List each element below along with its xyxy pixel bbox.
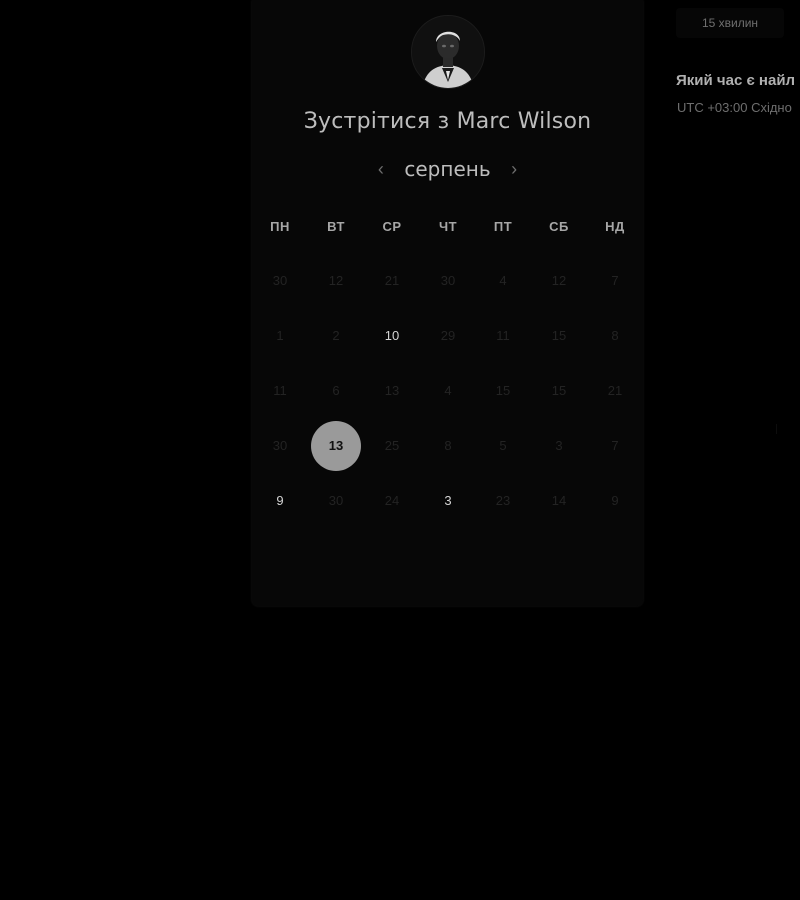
calendar-day: 4: [499, 273, 507, 288]
weekday-fri: ПТ: [493, 219, 513, 234]
weekday-sat: СБ: [549, 219, 569, 234]
calendar-day: 24: [384, 493, 400, 508]
timezone-selector[interactable]: UTC +03:00 Східно: [677, 100, 792, 115]
calendar-day: 30: [272, 273, 288, 288]
calendar-day: 8: [444, 438, 452, 453]
chevron-right-icon[interactable]: ›: [503, 159, 525, 180]
weekday-sun: НД: [605, 219, 625, 234]
calendar-day: 25: [384, 438, 400, 453]
calendar-day: 2: [332, 328, 340, 343]
calendar-day: 7: [611, 438, 619, 453]
calendar-day: 9: [611, 493, 619, 508]
calendar-day: 3: [555, 438, 563, 453]
calendar-day: 21: [384, 273, 400, 288]
booking-card: Зустрітися з Marc Wilson ‹ серпень › ПН …: [252, 0, 643, 606]
calendar-day: 5: [499, 438, 507, 453]
calendar-day: 30: [328, 493, 344, 508]
calendar-day[interactable]: 10: [367, 311, 417, 361]
duration-selector[interactable]: 15 хвилин: [676, 8, 784, 38]
calendar-day[interactable]: 9: [255, 476, 305, 526]
weekday-wed: СР: [382, 219, 402, 234]
calendar-day: 13: [384, 383, 400, 398]
calendar-day: 12: [328, 273, 344, 288]
calendar-day: 4: [444, 383, 452, 398]
calendar-day: 8: [611, 328, 619, 343]
weekday-tue: ВТ: [327, 219, 345, 234]
page-title: Зустрітися з Marc Wilson: [303, 109, 592, 134]
calendar-day: 6: [332, 383, 340, 398]
calendar-day[interactable]: 3: [423, 476, 473, 526]
booking-page: Зустрітися з Marc Wilson ‹ серпень › ПН …: [0, 0, 800, 900]
calendar-day: 12: [551, 273, 567, 288]
calendar-day: 11: [496, 328, 510, 343]
calendar-day-selected[interactable]: 13: [311, 421, 361, 471]
weekday-header: ПН ВТ СР ЧТ ПТ СБ НД: [252, 219, 643, 235]
calendar-day: 14: [551, 493, 567, 508]
host-photo: [412, 16, 484, 88]
calendar-day: 30: [440, 273, 456, 288]
avatar: [411, 15, 485, 89]
calendar-day: 23: [495, 493, 511, 508]
calendar-day: 15: [551, 383, 567, 398]
calendar-day: 30: [272, 438, 288, 453]
month-navigation: ‹ серпень ›: [252, 157, 643, 185]
calendar-day: 15: [551, 328, 567, 343]
month-label: серпень: [404, 157, 491, 181]
weekday-thu: ЧТ: [438, 219, 458, 234]
calendar-day: 1: [276, 328, 284, 343]
calendar-day: 29: [440, 328, 456, 343]
chevron-left-icon[interactable]: ‹: [370, 159, 392, 180]
calendar-day: 11: [273, 383, 287, 398]
divider: [776, 424, 777, 434]
calendar-day: 21: [607, 383, 623, 398]
weekday-mon: ПН: [270, 219, 290, 234]
calendar-day: 15: [495, 383, 511, 398]
time-question-heading: Який час є найл: [676, 72, 796, 89]
calendar-grid: 30 12 21 30 4 12 7 1 2 10 29 11 15 8 11 6 13 4 15 15 21 30 13 2…: [252, 254, 643, 534]
calendar-day: 7: [611, 273, 619, 288]
